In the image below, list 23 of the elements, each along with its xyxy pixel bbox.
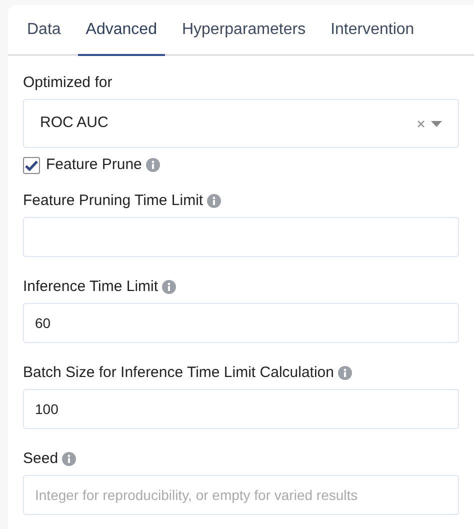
field-label: Feature Pruning Time Limit (23, 190, 204, 210)
info-icon[interactable] (207, 194, 222, 208)
info-icon[interactable] (162, 280, 176, 294)
text-field[interactable]: 60 (23, 302, 459, 342)
checkbox[interactable] (23, 156, 40, 174)
field-label: Optimized for (23, 73, 112, 93)
text-field[interactable]: 100 (23, 388, 459, 428)
metric-select[interactable]: ROC AUC (23, 99, 459, 148)
checkbox-label: Feature Prune (46, 155, 142, 175)
text-field[interactable] (23, 216, 459, 256)
field-label: Inference Time Limit (23, 276, 158, 296)
clear-icon[interactable] (417, 120, 425, 128)
tab[interactable]: Hyperparameters (174, 5, 314, 56)
tab[interactable]: Advanced (78, 5, 165, 56)
field-label: Seed (23, 448, 58, 468)
tab[interactable]: Data (19, 5, 69, 56)
info-icon[interactable] (146, 158, 160, 172)
info-icon[interactable] (338, 366, 352, 380)
text-field[interactable]: Integer for reproducibility, or empty for varied results (23, 474, 459, 514)
caret-icon[interactable] (431, 120, 442, 126)
field-label: Batch Size for Inference Time Limit Calculation (23, 362, 334, 382)
tab[interactable]: Intervention (322, 5, 422, 56)
info-icon[interactable] (62, 452, 76, 466)
